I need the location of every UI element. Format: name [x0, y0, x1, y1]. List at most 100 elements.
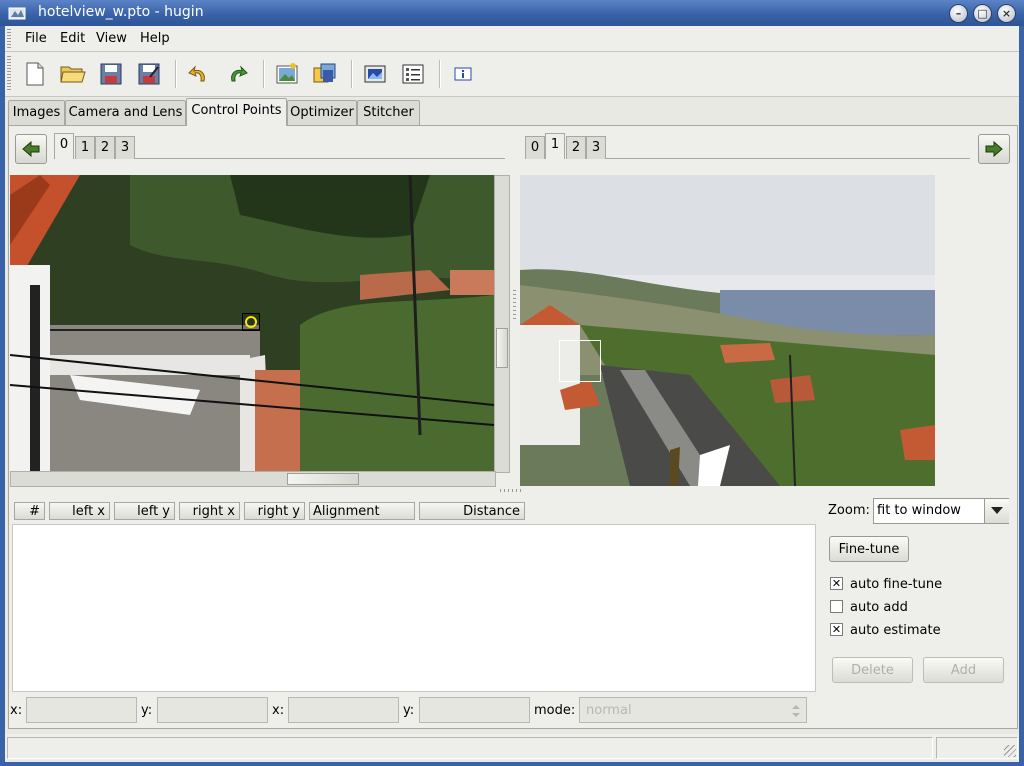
add-button[interactable]: Add — [923, 657, 1004, 683]
save-as-button[interactable] — [135, 60, 163, 88]
redo-button[interactable] — [223, 60, 251, 88]
menubar-grip[interactable] — [7, 29, 11, 48]
left-y-label: y: — [141, 703, 153, 718]
status-message-area — [7, 737, 933, 759]
tab-stitcher[interactable]: Stitcher — [357, 100, 420, 125]
auto-add-checkbox[interactable] — [830, 600, 843, 613]
column-header-distance[interactable]: Distance — [419, 502, 525, 520]
mode-label: mode: — [534, 703, 576, 718]
previous-image-button[interactable] — [15, 134, 47, 164]
about-button[interactable] — [449, 60, 477, 88]
tab-control-points[interactable]: Control Points — [186, 98, 287, 126]
menu-bar: File Edit View Help — [5, 26, 1019, 52]
horizontal-splitter-grip[interactable] — [500, 489, 524, 492]
left-x-label: x: — [10, 703, 23, 718]
menu-view[interactable]: View — [96, 31, 127, 46]
add-image-button[interactable] — [273, 60, 301, 88]
right-zoom-region-box[interactable] — [559, 340, 601, 382]
title-bar: hotelview_w.pto - hugin – □ × — [0, 0, 1024, 26]
menu-edit[interactable]: Edit — [60, 31, 85, 46]
maximize-button[interactable]: □ — [973, 4, 992, 23]
right-y-label: y: — [403, 703, 415, 718]
right-image-tab-0[interactable]: 0 — [525, 136, 545, 159]
column-header-left-x[interactable]: left x — [49, 502, 110, 520]
toolbar-separator — [351, 60, 353, 88]
toolbar — [5, 52, 1019, 97]
minimize-button[interactable]: – — [949, 4, 968, 23]
column-header-left-y[interactable]: left y — [114, 502, 175, 520]
right-y-field[interactable] — [419, 697, 530, 723]
auto-add-label: auto add — [850, 600, 908, 615]
left-image-view[interactable] — [10, 175, 494, 471]
fine-tune-button[interactable]: Fine-tune — [829, 536, 909, 562]
right-image-view[interactable] — [520, 175, 935, 486]
new-file-icon — [26, 62, 44, 86]
left-image-tab-3[interactable]: 3 — [115, 136, 135, 159]
right-x-field[interactable] — [288, 697, 399, 723]
open-project-button[interactable] — [59, 60, 87, 88]
window-title: hotelview_w.pto - hugin — [38, 4, 204, 20]
horizontal-scroll-thumb[interactable] — [287, 473, 359, 485]
control-point-marker[interactable] — [242, 313, 260, 331]
right-image-tab-1[interactable]: 1 — [545, 133, 565, 159]
column-header-right-x[interactable]: right x — [179, 502, 240, 520]
hugin-app-icon — [8, 7, 26, 20]
menu-help[interactable]: Help — [140, 31, 170, 46]
show-list-button[interactable] — [399, 60, 427, 88]
toolbar-separator — [439, 60, 441, 88]
minimize-icon: – — [955, 7, 962, 20]
checkmark-icon: ✕ — [831, 577, 842, 590]
right-image-tab-3[interactable]: 3 — [586, 136, 606, 159]
mode-select-value: normal — [586, 703, 632, 718]
mode-select[interactable]: normal — [579, 697, 807, 723]
toolbar-grip[interactable] — [7, 56, 11, 92]
new-project-button[interactable] — [21, 60, 49, 88]
close-icon: × — [1001, 7, 1012, 20]
column-header-right-y[interactable]: right y — [244, 502, 305, 520]
auto-estimate-checkbox[interactable]: ✕ — [830, 623, 843, 636]
close-button[interactable]: × — [997, 4, 1016, 23]
list-icon — [402, 64, 424, 84]
resize-grip[interactable] — [1004, 745, 1016, 757]
left-y-field[interactable] — [157, 697, 268, 723]
left-image-horizontal-scrollbar[interactable] — [10, 471, 496, 487]
tab-camera-and-lens[interactable]: Camera and Lens — [65, 100, 186, 125]
redo-icon — [231, 65, 248, 82]
save-project-button[interactable] — [97, 60, 125, 88]
menu-file[interactable]: File — [25, 31, 47, 46]
column-header-alignment[interactable]: Alignment — [309, 502, 415, 520]
left-x-field[interactable] — [26, 697, 137, 723]
auto-estimate-label: auto estimate — [850, 623, 941, 638]
column-header-number[interactable]: # — [14, 502, 45, 520]
add-image-icon — [276, 63, 298, 84]
zoom-dropdown-button[interactable] — [984, 499, 1009, 523]
left-image-tab-2[interactable]: 2 — [95, 136, 115, 159]
preview-icon — [364, 65, 386, 83]
toolbar-separator — [263, 60, 265, 88]
add-series-button[interactable] — [311, 60, 339, 88]
target-circle-icon — [245, 316, 257, 328]
arrow-right-icon — [985, 141, 1003, 157]
zoom-select[interactable]: fit to window — [873, 498, 1009, 524]
right-image-tab-2[interactable]: 2 — [566, 136, 586, 159]
auto-fine-tune-label: auto fine-tune — [850, 577, 943, 592]
undo-button[interactable] — [185, 60, 213, 88]
left-image-tab-0[interactable]: 0 — [54, 133, 74, 159]
next-image-button[interactable] — [978, 134, 1010, 164]
save-as-icon — [138, 63, 160, 85]
toolbar-separator — [175, 60, 177, 88]
right-x-label: x: — [272, 703, 285, 718]
tab-optimizer[interactable]: Optimizer — [287, 100, 357, 125]
vertical-scroll-thumb[interactable] — [496, 328, 508, 368]
delete-button[interactable]: Delete — [832, 657, 913, 683]
control-points-list[interactable] — [12, 524, 816, 692]
window-frame-bottom — [0, 762, 1024, 766]
chevron-down-icon — [991, 507, 1003, 514]
left-image-vertical-scrollbar[interactable] — [494, 175, 510, 473]
preview-button[interactable] — [361, 60, 389, 88]
left-image-tab-1[interactable]: 1 — [75, 136, 95, 159]
maximize-icon: □ — [977, 7, 988, 20]
tab-images[interactable]: Images — [8, 100, 65, 125]
pane-splitter-grip[interactable] — [513, 290, 516, 320]
auto-fine-tune-checkbox[interactable]: ✕ — [830, 577, 843, 590]
